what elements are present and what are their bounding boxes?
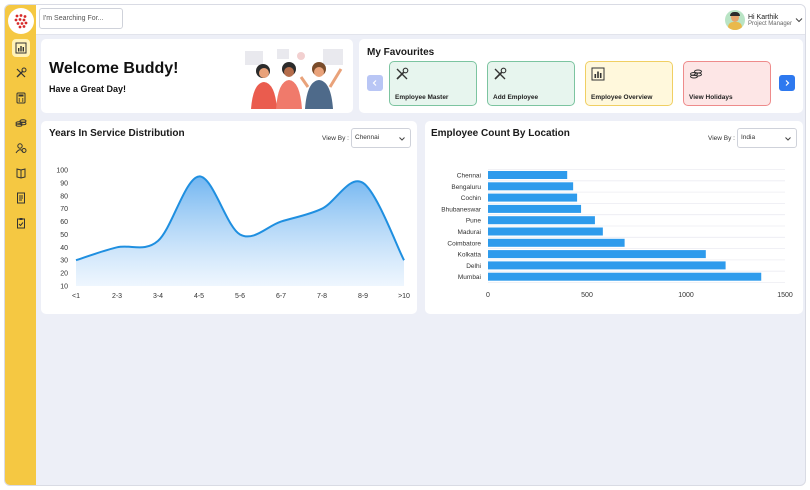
y-tick-label: 70 xyxy=(60,206,68,213)
chart-icon xyxy=(15,42,27,54)
x-tick-label: 2-3 xyxy=(112,293,122,300)
x-tick-label: >10 xyxy=(398,293,410,300)
tools-icon xyxy=(16,67,27,78)
chevron-left-icon xyxy=(372,80,377,86)
bar xyxy=(488,216,595,225)
y-tick-label: 10 xyxy=(60,284,68,291)
welcome-card: Welcome Buddy! Have a Great Day! xyxy=(41,39,353,113)
category-label: Pune xyxy=(466,218,482,225)
tools-icon xyxy=(494,67,507,80)
company-logo[interactable] xyxy=(8,8,34,34)
x-tick-label: <1 xyxy=(72,293,80,300)
area-fill xyxy=(76,176,404,286)
y-tick-label: 80 xyxy=(60,193,68,200)
x-tick-label: 3-4 xyxy=(153,293,163,300)
location-chart-card: Employee Count By Location View By : Ind… xyxy=(425,121,803,314)
sidebar-item-tools[interactable] xyxy=(12,64,30,82)
y-tick-label: 50 xyxy=(60,232,68,239)
category-label: Coimbatore xyxy=(447,240,481,247)
team-illustration xyxy=(245,49,343,109)
favourites-title: My Favourites xyxy=(367,47,435,58)
search-input[interactable]: I'm Searching For... xyxy=(39,8,123,29)
sidebar-item-tasks[interactable] xyxy=(12,214,30,232)
user-menu[interactable]: Hi Karthik Project Manager xyxy=(724,7,804,33)
category-label: Bhubaneswar xyxy=(441,206,482,213)
tools-icon xyxy=(396,67,409,80)
category-label: Madurai xyxy=(458,229,481,236)
sidebar-item-calculator[interactable] xyxy=(12,89,30,107)
sidebar xyxy=(5,5,36,485)
coins-icon xyxy=(690,69,702,79)
employee-location-chart: Chennai Bengaluru Cochin Bhubaneswar Pune Mad… xyxy=(441,169,793,299)
x-tick-label: 1500 xyxy=(777,292,793,299)
bar xyxy=(488,171,568,179)
x-tick-label: 500 xyxy=(581,292,593,299)
sidebar-item-people[interactable] xyxy=(12,139,30,157)
coins-icon xyxy=(15,119,27,127)
chart-icon xyxy=(591,67,605,81)
y-tick-label: 100 xyxy=(56,168,68,175)
category-label: Cochin xyxy=(461,195,482,202)
document-icon xyxy=(17,192,25,204)
category-label: Kolkatta xyxy=(458,252,482,259)
bar xyxy=(488,250,706,259)
y-tick-label: 30 xyxy=(60,258,68,265)
y-tick-label: 20 xyxy=(60,271,68,278)
user-role: Project Manager xyxy=(747,20,792,27)
category-label: Bengaluru xyxy=(451,184,481,191)
x-tick-label: 4-5 xyxy=(194,293,204,300)
bar xyxy=(488,182,574,191)
chevron-down-icon[interactable] xyxy=(794,15,804,25)
favourite-employee-master[interactable]: Employee Master xyxy=(389,61,477,106)
category-label: Delhi xyxy=(466,263,481,270)
sidebar-item-docs[interactable] xyxy=(12,164,30,182)
y-tick-label: 90 xyxy=(60,180,68,187)
sidebar-item-reports[interactable] xyxy=(12,189,30,207)
x-tick-label: 7-8 xyxy=(317,293,327,300)
favourite-label: View Holidays xyxy=(689,94,733,101)
people-icon xyxy=(15,143,27,154)
bar xyxy=(488,204,582,213)
bar xyxy=(488,227,603,236)
welcome-title: Welcome Buddy! xyxy=(49,60,179,77)
y-tick-label: 40 xyxy=(60,245,68,252)
x-tick-label: 8-9 xyxy=(358,293,368,300)
user-name: Hi Karthik xyxy=(747,13,779,21)
welcome-subtitle: Have a Great Day! xyxy=(49,84,127,94)
favourite-view-holidays[interactable]: View Holidays xyxy=(683,61,771,106)
favourites-prev-button[interactable] xyxy=(367,75,383,91)
bar xyxy=(488,193,578,202)
favourite-label: Employee Master xyxy=(395,94,449,101)
category-label: Mumbai xyxy=(458,274,481,281)
calculator-icon xyxy=(16,92,26,104)
x-tick-label: 6-7 xyxy=(276,293,286,300)
x-tick-label: 0 xyxy=(486,292,490,299)
x-tick-label: 5-6 xyxy=(235,293,245,300)
service-chart-card: Years In Service Distribution View By : … xyxy=(41,121,417,314)
app-window: I'm Searching For... Hi Karthik Project … xyxy=(4,4,806,486)
favourites-next-button[interactable] xyxy=(779,75,795,91)
sidebar-item-dashboard[interactable] xyxy=(12,39,30,57)
favourites-card: My Favourites Employee Master Add Employe… xyxy=(359,39,803,113)
top-bar: I'm Searching For... Hi Karthik Project … xyxy=(36,5,805,35)
book-icon xyxy=(16,168,26,179)
bar xyxy=(488,261,726,270)
favourite-add-employee[interactable]: Add Employee xyxy=(487,61,575,106)
favourite-employee-overview[interactable]: Employee Overview xyxy=(585,61,673,106)
clipboard-check-icon xyxy=(17,218,25,229)
avatar[interactable] xyxy=(724,10,745,30)
favourite-label: Employee Overview xyxy=(591,94,653,101)
chevron-right-icon xyxy=(785,80,790,86)
bar xyxy=(488,272,762,281)
category-label: Chennai xyxy=(457,173,481,180)
bar xyxy=(488,238,625,247)
x-tick-label: 1000 xyxy=(678,292,694,299)
years-in-service-chart: 10 20 30 40 50 60 70 80 90 100 <1 2-3 3-4 4-5 5-6 6-7 7-… xyxy=(56,168,410,301)
favourite-label: Add Employee xyxy=(493,94,539,101)
sidebar-item-payroll[interactable] xyxy=(12,114,30,132)
y-tick-label: 60 xyxy=(60,219,68,226)
